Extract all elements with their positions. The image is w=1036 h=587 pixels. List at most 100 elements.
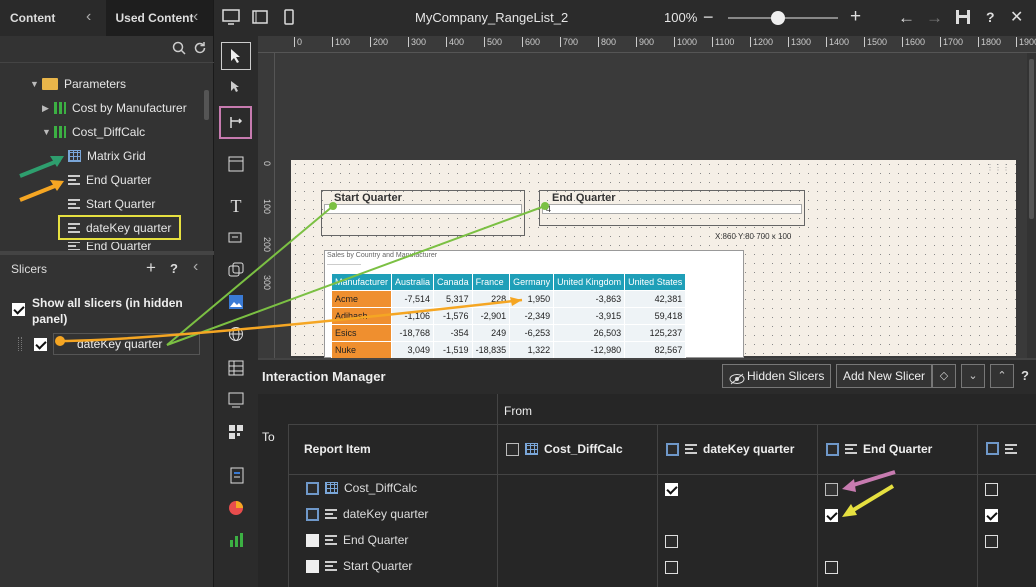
search-icon[interactable] bbox=[172, 41, 186, 55]
tree-item-start-quarter[interactable]: Start Quarter bbox=[68, 193, 155, 215]
shape-tool-icon[interactable] bbox=[221, 256, 251, 284]
table-tool-icon[interactable] bbox=[221, 354, 251, 382]
grid-layout-tool-icon[interactable] bbox=[221, 418, 251, 446]
report-tool-icon[interactable] bbox=[221, 462, 251, 490]
row-checkbox[interactable] bbox=[306, 559, 319, 573]
slicer-tool-icon[interactable] bbox=[221, 150, 251, 178]
pointer-tool-icon[interactable] bbox=[221, 74, 251, 102]
cell-checkbox[interactable] bbox=[665, 534, 678, 549]
image-tool-icon[interactable] bbox=[221, 288, 251, 316]
tablet-view-icon[interactable] bbox=[252, 10, 268, 27]
save-icon[interactable] bbox=[955, 9, 971, 28]
cell-checkbox[interactable] bbox=[985, 534, 998, 549]
matrix-grid[interactable]: Sales by Country and Manufacturer Manufa… bbox=[324, 250, 744, 359]
start-quarter-dropdown[interactable] bbox=[324, 204, 522, 214]
left-panel: Content ‹ Used Content ‹ ▼ Parameters ▶ Co… bbox=[0, 0, 214, 587]
diamond-icon[interactable]: ◇ bbox=[932, 364, 956, 388]
expand-arrow-icon[interactable]: ▶ bbox=[42, 97, 54, 119]
column-checkbox[interactable] bbox=[826, 442, 839, 456]
help-icon[interactable]: ? bbox=[986, 9, 995, 25]
interaction-matrix: From To Report Item Cost_DiffCalc dateKe… bbox=[258, 394, 1036, 587]
zoom-out-icon[interactable]: − bbox=[703, 7, 714, 28]
canvas-scrollbar[interactable] bbox=[1027, 53, 1036, 358]
ruler-tick: 1900 bbox=[1016, 37, 1036, 47]
coordinates-readout: X:860 Y:80 700 x 100 bbox=[715, 232, 792, 241]
interaction-tool-icon[interactable] bbox=[219, 106, 252, 139]
tree-item-cost-diffcalc[interactable]: ▼ Cost_DiffCalc bbox=[42, 121, 145, 143]
end-quarter-slicer[interactable]: End Quarter 4 bbox=[539, 190, 805, 226]
panel-splitter[interactable] bbox=[0, 251, 214, 255]
checkbox[interactable] bbox=[34, 338, 47, 352]
expand-arrow-icon[interactable]: ▼ bbox=[30, 73, 42, 95]
show-all-slicers-checkbox[interactable] bbox=[12, 302, 25, 317]
zoom-slider-thumb[interactable] bbox=[771, 11, 785, 25]
frame-tool-icon[interactable] bbox=[221, 386, 251, 414]
drag-handle[interactable] bbox=[18, 337, 22, 351]
tree-item-parameters[interactable]: ▼ Parameters bbox=[30, 73, 126, 95]
panel-tabbar: Content ‹ Used Content ‹ bbox=[0, 0, 213, 36]
add-new-slicer-button[interactable]: Add New Slicer bbox=[836, 364, 933, 388]
column-checkbox[interactable] bbox=[986, 442, 999, 455]
row-checkbox[interactable] bbox=[306, 481, 319, 495]
hidden-slicers-button[interactable]: Hidden Slicers bbox=[722, 364, 832, 388]
row-checkbox[interactable] bbox=[306, 533, 319, 547]
chevron-left-icon[interactable]: ‹ bbox=[193, 258, 198, 276]
tree-item-end-quarter[interactable]: End Quarter bbox=[68, 169, 151, 191]
web-tool-icon[interactable] bbox=[221, 320, 251, 348]
text-tool-icon[interactable]: T bbox=[221, 192, 251, 220]
ruler-tick: 1300 bbox=[788, 37, 811, 47]
grid-column-header: France bbox=[471, 273, 511, 291]
redo-icon[interactable]: → bbox=[926, 8, 943, 28]
desktop-view-icon[interactable] bbox=[222, 9, 240, 28]
chevron-left-icon[interactable]: ‹ bbox=[193, 8, 198, 26]
tree-item-cost-by-manufacturer[interactable]: ▶ Cost by Manufacturer bbox=[42, 97, 187, 119]
cell-checkbox[interactable] bbox=[825, 560, 838, 575]
start-quarter-slicer[interactable]: Start Quarter bbox=[321, 190, 525, 236]
tree-scrollbar[interactable] bbox=[204, 90, 209, 120]
cell-checkbox[interactable] bbox=[665, 560, 678, 575]
cell-checkbox[interactable] bbox=[985, 508, 998, 523]
grid-column-header: United Kingdom bbox=[553, 273, 626, 291]
expand-arrow-icon[interactable]: ▼ bbox=[42, 121, 54, 143]
cell-checkbox[interactable] bbox=[985, 482, 998, 497]
zoom-in-icon[interactable]: + bbox=[850, 6, 861, 28]
cell-checkbox[interactable] bbox=[825, 508, 838, 523]
grid-cell: 5,317 bbox=[433, 290, 473, 308]
page-menu-icon[interactable]: ⋮⋮⋮ bbox=[986, 163, 1010, 172]
slicer-item-checkbox[interactable] bbox=[34, 337, 47, 352]
refresh-icon[interactable] bbox=[193, 41, 207, 55]
row-header-cell: Esics bbox=[330, 324, 393, 342]
undo-icon[interactable]: ← bbox=[898, 8, 915, 28]
matrix-grid-table: Manufacturer Australia Canada France Germany… bbox=[330, 273, 687, 359]
column-checkbox[interactable] bbox=[506, 442, 519, 456]
cell-checkbox[interactable] bbox=[825, 482, 838, 497]
help-icon[interactable]: ? bbox=[170, 261, 178, 276]
select-tool-icon[interactable] bbox=[221, 42, 251, 70]
splitter[interactable] bbox=[258, 358, 1036, 360]
pie-chart-tool-icon[interactable] bbox=[221, 494, 251, 522]
chevron-down-icon[interactable]: ⌄ bbox=[961, 364, 985, 388]
chevron-up-icon[interactable]: ⌃ bbox=[990, 364, 1014, 388]
tree-item-matrix-grid[interactable]: Matrix Grid bbox=[68, 145, 146, 167]
tree-item-end-quarter-partial[interactable]: End Quarter bbox=[68, 242, 151, 250]
phone-view-icon[interactable] bbox=[284, 9, 294, 28]
report-canvas[interactable]: 0 100 200 300 400 500 600 700 800 900 1000 1100 1200… bbox=[258, 36, 1036, 359]
ruler-tick: 1400 bbox=[826, 37, 849, 47]
close-icon[interactable]: ✕ bbox=[1010, 7, 1023, 27]
row-header-cell: Adihash bbox=[330, 307, 393, 325]
add-slicer-icon[interactable]: + bbox=[146, 258, 156, 278]
label-tool-icon[interactable] bbox=[221, 224, 251, 252]
end-quarter-dropdown[interactable]: 4 bbox=[542, 204, 802, 214]
tree-item-datekey-quarter[interactable]: dateKey quarter bbox=[58, 215, 182, 240]
column-checkbox[interactable] bbox=[666, 442, 679, 456]
help-icon[interactable]: ? bbox=[1021, 368, 1029, 383]
ruler-tick: 1700 bbox=[940, 37, 963, 47]
cell-checkbox[interactable] bbox=[665, 482, 678, 497]
slicer-item-datekey[interactable]: dateKey quarter bbox=[53, 333, 200, 355]
ruler-tick: 1500 bbox=[864, 37, 887, 47]
row-checkbox[interactable] bbox=[306, 507, 319, 521]
checkbox[interactable] bbox=[12, 303, 25, 317]
chevron-left-icon[interactable]: ‹ bbox=[86, 8, 91, 26]
bar-chart-tool-icon[interactable] bbox=[221, 526, 251, 554]
ruler-tick: 200 bbox=[262, 237, 272, 253]
